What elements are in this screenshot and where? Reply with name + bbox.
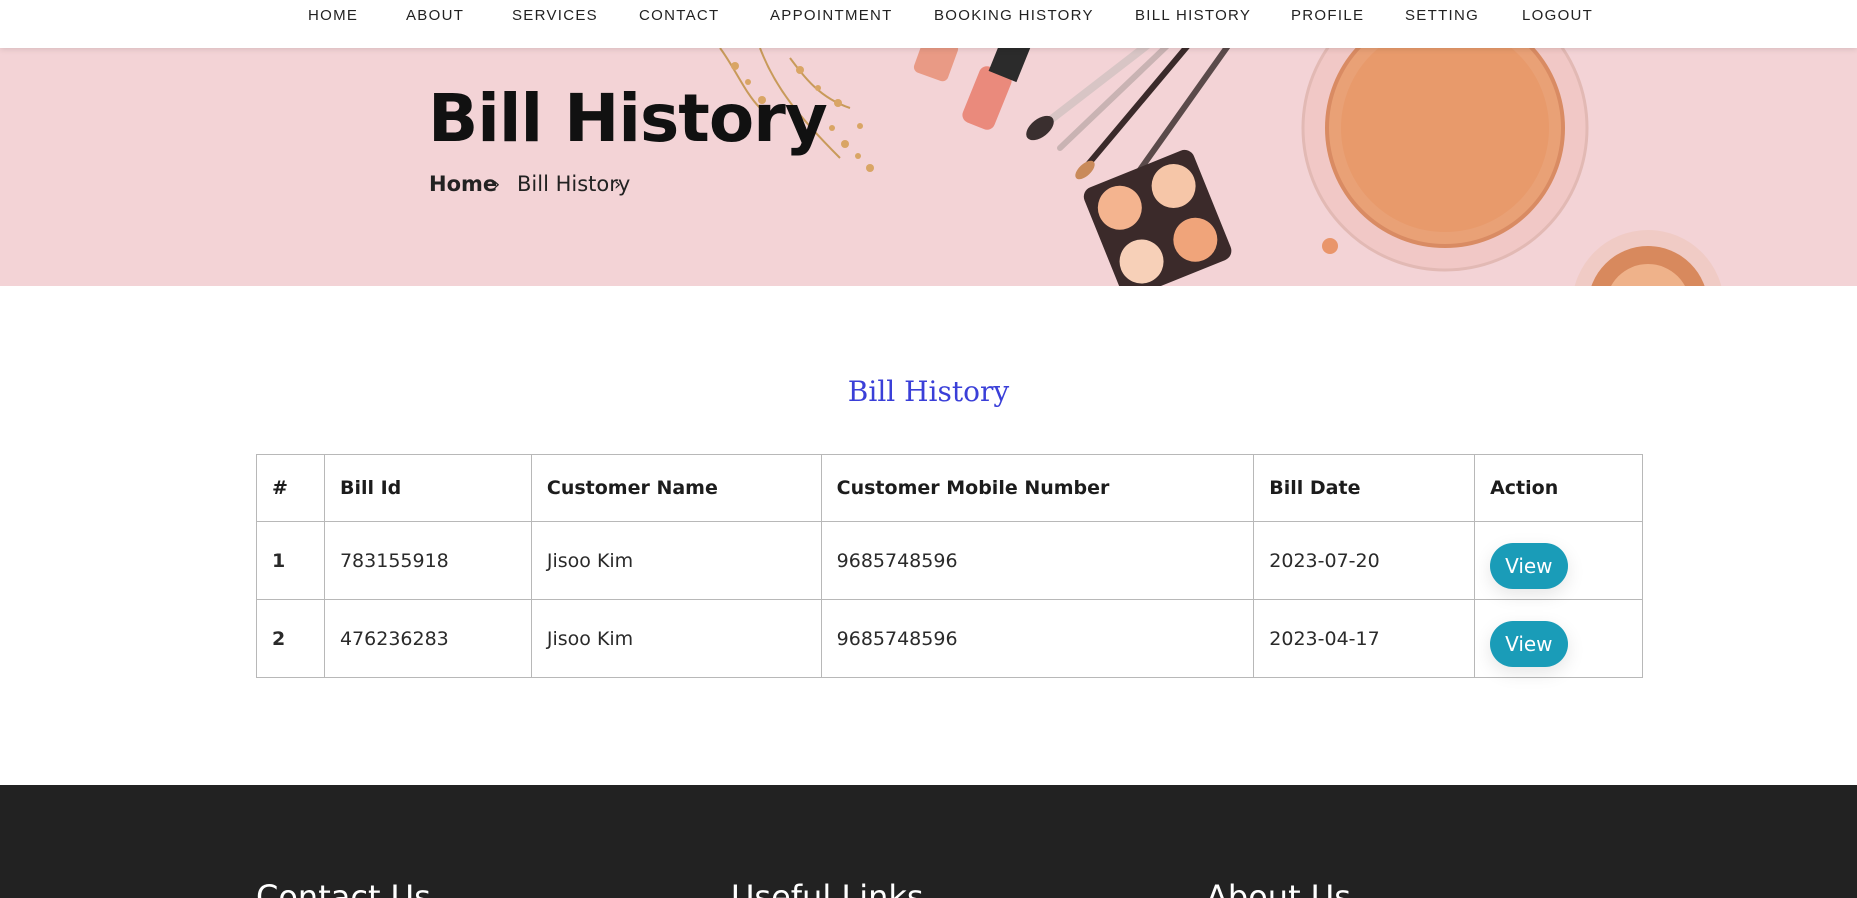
bill-date-cell: 2023-07-20 <box>1253 521 1476 600</box>
nav-home[interactable]: HOME <box>308 7 358 24</box>
customer-name-cell: Jisoo Kim <box>530 521 822 600</box>
bill-date-cell: 2023-04-17 <box>1253 599 1476 678</box>
nav-setting[interactable]: SETTING <box>1405 7 1479 24</box>
row-index: 1 <box>256 521 325 600</box>
column-header-bill-date: Bill Date <box>1253 454 1476 522</box>
lipstick-icon <box>913 48 1032 130</box>
column-header-customer-name: Customer Name <box>530 454 822 522</box>
page-title: Bill History <box>428 80 828 157</box>
nav-logout[interactable]: LOGOUT <box>1522 7 1593 24</box>
action-cell: View <box>1474 599 1643 678</box>
row-index: 2 <box>256 599 325 678</box>
nav-services[interactable]: SERVICES <box>512 7 598 24</box>
chevron-right-icon: › <box>614 174 622 195</box>
view-button[interactable]: View <box>1490 620 1568 667</box>
hero-banner: Bill History Home › Bill History › <box>0 48 1857 286</box>
action-cell: View <box>1474 521 1643 600</box>
column-header-mobile: Customer Mobile Number <box>820 454 1255 522</box>
nav-contact[interactable]: CONTACT <box>639 7 719 24</box>
bill-id-cell: 476236283 <box>323 599 532 678</box>
nav-appointment[interactable]: APPOINTMENT <box>770 7 893 24</box>
bronzer-compact-icon <box>1574 230 1722 286</box>
table-row: 1 783155918 Jisoo Kim 9685748596 2023-07… <box>256 521 1643 600</box>
customer-name-cell: Jisoo Kim <box>530 599 822 678</box>
nav-about[interactable]: ABOUT <box>406 7 464 24</box>
column-header-bill-id: Bill Id <box>323 454 532 522</box>
table-header-row: # Bill Id Customer Name Customer Mobile … <box>256 454 1643 522</box>
cosmetics-decoration <box>719 48 1722 286</box>
compact-powder-icon <box>1301 48 1589 272</box>
nav-bill-history[interactable]: BILL HISTORY <box>1135 7 1251 24</box>
nav-profile[interactable]: PROFILE <box>1291 7 1364 24</box>
bill-id-cell: 783155918 <box>323 521 532 600</box>
breadcrumb-home-link[interactable]: Home <box>429 172 497 196</box>
chevron-right-icon: › <box>493 174 501 195</box>
eyeshadow-palette-icon <box>1083 149 1232 286</box>
mobile-cell: 9685748596 <box>820 521 1255 600</box>
mobile-cell: 9685748596 <box>820 599 1255 678</box>
view-button[interactable]: View <box>1490 542 1568 589</box>
top-navigation: HOME ABOUT SERVICES CONTACT APPOINTMENT … <box>0 0 1857 48</box>
section-title: Bill History <box>847 375 1010 408</box>
nav-booking-history[interactable]: BOOKING HISTORY <box>934 7 1094 24</box>
column-header-index: # <box>256 454 325 522</box>
site-footer: Contact Us Useful Links About Us <box>0 785 1857 898</box>
column-header-action: Action <box>1474 454 1643 522</box>
footer-heading-useful-links: Useful Links <box>731 878 924 898</box>
table-row: 2 476236283 Jisoo Kim 9685748596 2023-04… <box>256 599 1643 678</box>
footer-heading-contact: Contact Us <box>256 878 431 898</box>
footer-heading-about: About Us <box>1206 878 1351 898</box>
bill-history-table: # Bill Id Customer Name Customer Mobile … <box>256 454 1643 678</box>
